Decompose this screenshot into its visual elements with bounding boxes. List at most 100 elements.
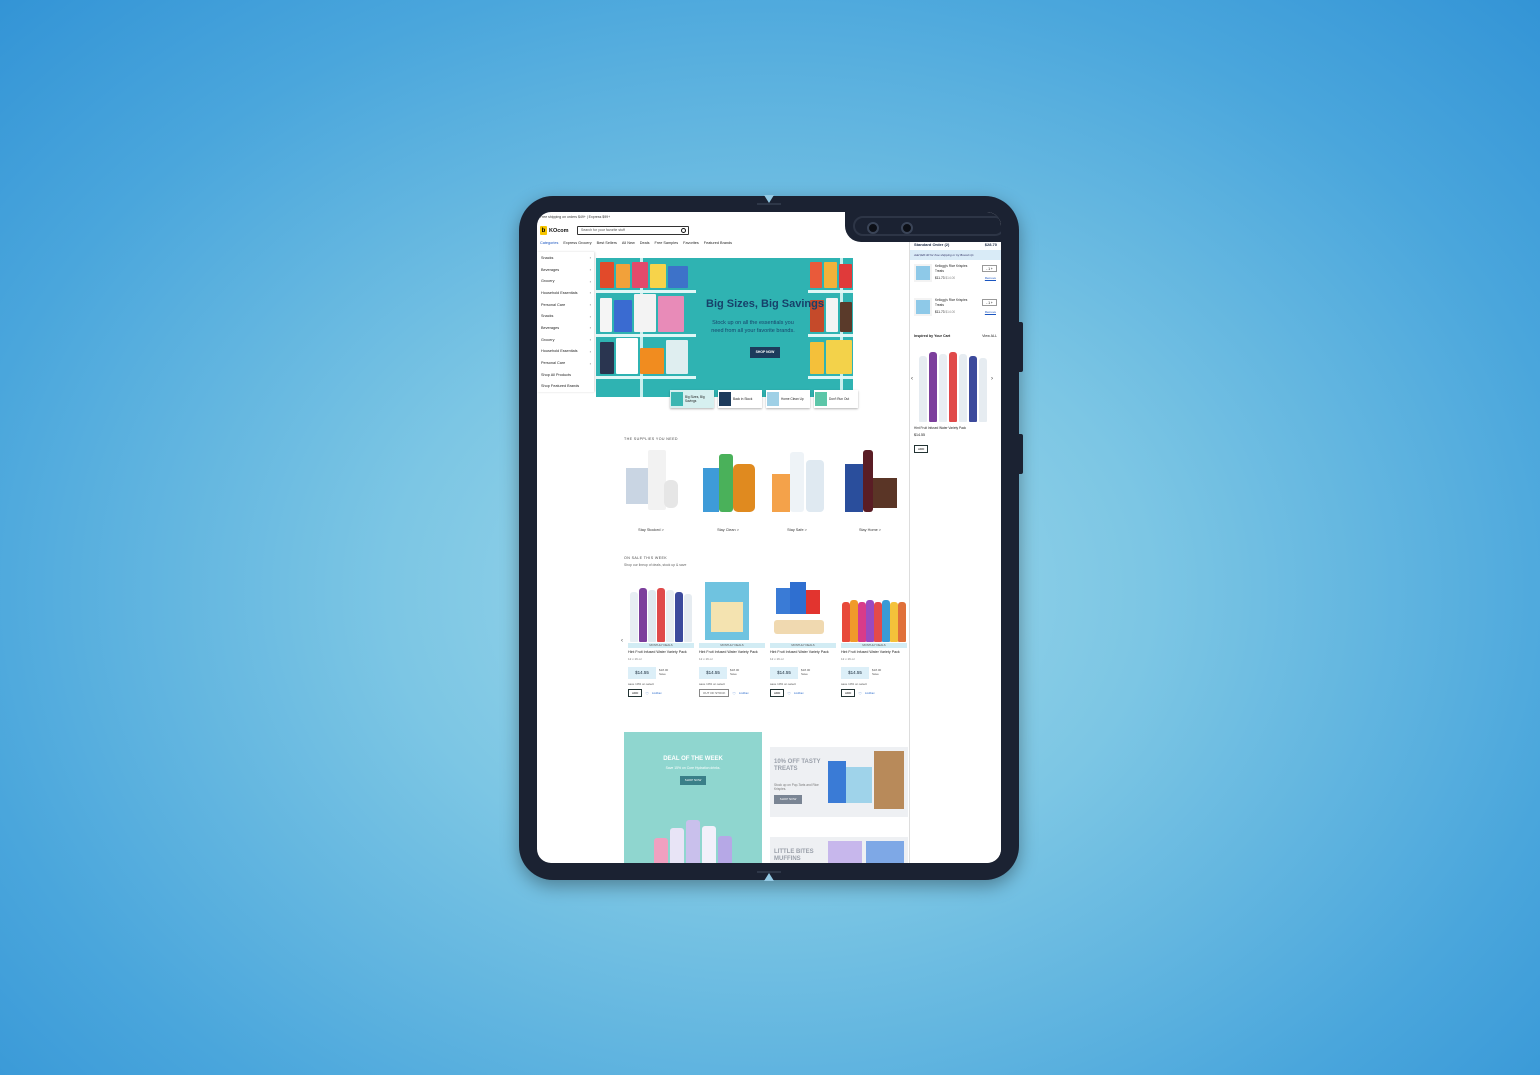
promo-banner[interactable]: LITTLE BITES MUFFINS	[770, 837, 908, 863]
bottle	[929, 352, 937, 422]
card-actions: OUT OF STOCK ♡ ListFav	[699, 689, 765, 697]
inspired-add-button[interactable]: ADD	[914, 445, 929, 453]
deal-badge: MONTHLY DEALS	[699, 643, 765, 648]
list-fav-link[interactable]: ListFav	[865, 691, 875, 695]
sidebar-item-featured-brands[interactable]: Shop Featured Brands	[537, 381, 594, 393]
sidebar-item-household[interactable]: Household Essentials ›	[537, 287, 594, 299]
sidebar-item-snacks[interactable]: Snacks ›	[537, 252, 594, 264]
product-image	[614, 300, 632, 332]
sidebar-item-label: Personal Care	[541, 361, 566, 366]
heart-icon[interactable]: ♡	[732, 691, 736, 696]
quantity-stepper[interactable]: - 1 +	[982, 299, 997, 306]
nav-featured-brands[interactable]: Featured Brands	[704, 241, 732, 245]
sidebar-item-label: Shop All Products	[541, 372, 571, 377]
bottle	[979, 358, 987, 422]
sidebar-item-snacks[interactable]: Snacks ›	[537, 310, 594, 322]
deal-shop-button[interactable]: SHOP NOW	[680, 776, 706, 785]
box-image	[772, 474, 790, 512]
sidebar-item-shop-all[interactable]: Shop All Products	[537, 369, 594, 381]
promo-banner[interactable]: 10% OFF TASTY TREATS Stock up on Pop-Tar…	[770, 747, 908, 817]
nav-express-grocery[interactable]: Express Grocery	[563, 241, 591, 245]
heart-icon[interactable]: ♡	[858, 691, 862, 696]
nav-categories[interactable]: Categories	[540, 241, 558, 245]
product-name[interactable]: Hint Fruit Infused Water Variety Pack	[770, 650, 836, 654]
product-image	[839, 264, 852, 288]
product-card[interactable]: MONTHLY DEALS Hint Fruit Infused Water V…	[841, 580, 907, 697]
sidebar-item-grocery[interactable]: Grocery ›	[537, 275, 594, 287]
list-fav-link[interactable]: ListFav	[739, 691, 749, 695]
cart-title: Standard Order (2)	[914, 242, 950, 247]
cart-total: $28.70	[984, 242, 997, 247]
cart-item-price: $11.73 $14.00	[935, 310, 971, 314]
sidebar-item-grocery[interactable]: Grocery ›	[537, 334, 594, 346]
cart-item-price: $11.73 $14.00	[935, 276, 971, 280]
promo-shop-button[interactable]: SHOP NOW	[774, 795, 802, 804]
supply-label[interactable]: Stay Clean >	[701, 528, 755, 532]
spray-bottle	[719, 454, 733, 512]
site-logo[interactable]: b KOcom	[540, 226, 569, 235]
product-image	[810, 342, 824, 374]
hero-thumb[interactable]: Don't Run Out	[814, 390, 858, 408]
cart-item-name[interactable]: Kellogg's Rice Krispies Treats	[935, 264, 971, 274]
deal-of-week-banner[interactable]: DEAL OF THE WEEK Save 15% on Core Hydrat…	[624, 732, 762, 863]
product-name[interactable]: Hint Fruit Infused Water Variety Pack	[628, 650, 694, 654]
cart-item-details: Kellogg's Rice Krispies Treats $11.73 $1…	[935, 298, 971, 324]
hero-thumb[interactable]: Big Sizes, Big Savings	[670, 390, 714, 408]
supply-tile[interactable]: Stay Home >	[843, 448, 899, 532]
supply-tile[interactable]: Stay Safe >	[770, 448, 828, 532]
sidebar-item-household[interactable]: Household Essentials ›	[537, 346, 594, 358]
list-fav-link[interactable]: ListFav	[794, 691, 804, 695]
product-name[interactable]: Hint Fruit Infused Water Variety Pack	[841, 650, 907, 654]
supply-label[interactable]: Stay Home >	[843, 528, 897, 532]
chevron-left-icon[interactable]: ‹	[621, 638, 623, 644]
add-to-cart-button[interactable]: ADD	[841, 689, 856, 697]
supply-label[interactable]: Stay Stocked >	[624, 528, 678, 532]
product-card[interactable]: MONTHLY DEALS Hint Fruit Infused Water V…	[770, 580, 836, 697]
nav-best-sellers[interactable]: Best Sellers	[597, 241, 617, 245]
nav-all-new[interactable]: All New	[622, 241, 635, 245]
bottle	[858, 602, 866, 642]
quantity-stepper[interactable]: - 1 +	[982, 265, 997, 272]
add-to-cart-button[interactable]: ADD	[628, 689, 643, 697]
nav-favorites[interactable]: Favorites	[683, 241, 699, 245]
bottle	[898, 602, 906, 642]
inspired-product-name[interactable]: Hint Fruit Infused Water Variety Pack	[910, 426, 1001, 430]
supply-tile[interactable]: Stay Stocked >	[624, 448, 682, 532]
search-input[interactable]: Search for your favorite stuff	[577, 226, 689, 235]
nav-deals[interactable]: Deals	[640, 241, 650, 245]
chevron-right-icon[interactable]: ›	[991, 376, 993, 382]
save-label: Save	[801, 672, 808, 676]
out-of-stock-button[interactable]: OUT OF STOCK	[699, 689, 730, 697]
nav-free-samples[interactable]: Free Samples	[655, 241, 679, 245]
bottle	[959, 354, 967, 422]
product-card[interactable]: MONTHLY DEALS Hint Fruit Infused Water V…	[699, 580, 765, 697]
hero-thumb[interactable]: Back in Stock	[718, 390, 762, 408]
add-to-cart-button[interactable]: ADD	[770, 689, 785, 697]
view-all-link[interactable]: View ALL	[982, 334, 997, 338]
sidebar-item-beverages[interactable]: Beverages ›	[537, 264, 594, 276]
hero-banner[interactable]: Big Sizes, Big Savings Stock up on all t…	[596, 258, 853, 397]
product-name[interactable]: Hint Fruit Infused Water Variety Pack	[699, 650, 765, 654]
sidebar-item-personal-care[interactable]: Personal Care ›	[537, 357, 594, 369]
supply-tile[interactable]: Stay Clean >	[701, 448, 759, 532]
inspired-product-image[interactable]: ‹ ›	[911, 344, 993, 422]
cleaning-pack	[703, 468, 719, 512]
sidebar-item-personal-care[interactable]: Personal Care ›	[537, 299, 594, 311]
chevron-left-icon[interactable]: ‹	[911, 376, 913, 382]
remove-link[interactable]: Remove	[985, 310, 996, 314]
search-icon[interactable]	[681, 228, 686, 233]
bottle	[654, 838, 668, 863]
list-fav-link[interactable]: ListFav	[652, 691, 662, 695]
product-card[interactable]: MONTHLY DEALS Hint Fruit Infused Water V…	[628, 580, 694, 697]
hero-carousel-thumbs: Big Sizes, Big Savings Back in Stock Hom…	[670, 390, 858, 408]
heart-icon[interactable]: ♡	[645, 691, 649, 696]
shop-now-button[interactable]: SHOP NOW	[750, 347, 780, 358]
hero-thumb[interactable]: Home Clean Up	[766, 390, 810, 408]
sidebar-item-beverages[interactable]: Beverages ›	[537, 322, 594, 334]
sale-title: ON SALE THIS WEEK	[624, 556, 668, 560]
remove-link[interactable]: Remove	[985, 276, 996, 280]
cart-item-name[interactable]: Kellogg's Rice Krispies Treats	[935, 298, 971, 308]
cart-item-price-value: $11.73	[935, 276, 945, 280]
supply-label[interactable]: Stay Safe >	[770, 528, 824, 532]
heart-icon[interactable]: ♡	[787, 691, 791, 696]
